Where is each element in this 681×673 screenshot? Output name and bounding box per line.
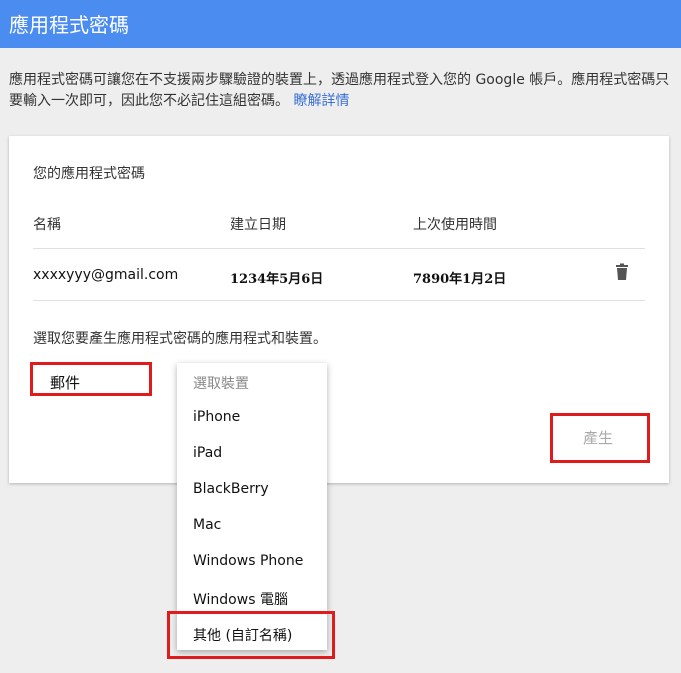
page-description: 應用程式密碼可讓您在不支援兩步驟驗證的裝置上，透過應用程式登入您的 Google…	[9, 70, 671, 112]
highlight-app-select	[30, 362, 152, 396]
device-option-blackberry[interactable]: BlackBerry	[193, 481, 269, 497]
device-option-iphone[interactable]: iPhone	[193, 409, 240, 425]
column-header-last-used: 上次使用時間	[413, 217, 497, 233]
card-title: 您的應用程式密碼	[33, 166, 145, 182]
device-option-windows-phone[interactable]: Windows Phone	[193, 553, 303, 569]
password-created-date: 1234年5月6日	[230, 272, 324, 287]
device-option-mac[interactable]: Mac	[193, 517, 221, 533]
header-divider	[33, 248, 645, 249]
page-title: 應用程式密碼	[9, 13, 129, 37]
highlight-other-option	[167, 611, 335, 659]
password-last-used: 7890年1月2日	[413, 272, 507, 287]
generator-prompt: 選取您要產生應用程式密碼的應用程式和裝置。	[33, 331, 327, 347]
device-option-placeholder: 選取裝置	[193, 376, 249, 392]
device-option-windows-pc[interactable]: Windows 電腦	[193, 589, 288, 609]
column-header-name: 名稱	[33, 217, 61, 233]
column-header-created: 建立日期	[230, 217, 286, 233]
device-dropdown-menu: 選取裝置 iPhone iPad BlackBerry Mac Windows …	[177, 363, 327, 650]
password-name: xxxxyyy@gmail.com	[33, 267, 179, 283]
app-header: 應用程式密碼	[0, 0, 681, 48]
learn-more-link[interactable]: 瞭解詳情	[293, 93, 349, 109]
row-divider	[33, 300, 645, 301]
device-option-ipad[interactable]: iPad	[193, 445, 222, 461]
trash-icon[interactable]	[613, 263, 631, 281]
highlight-generate-button	[550, 413, 650, 463]
